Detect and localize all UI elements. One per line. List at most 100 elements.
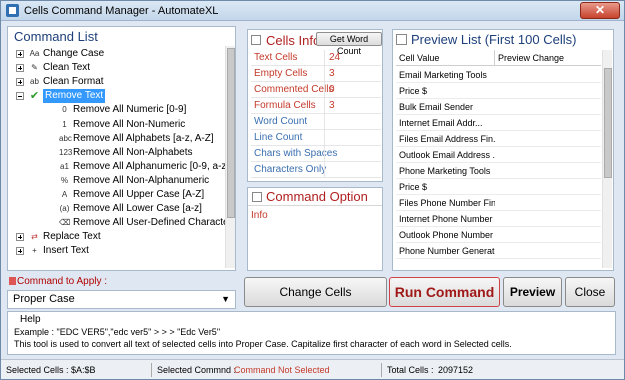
preview-row[interactable]: Files Phone Number Fin... [396,195,601,211]
preview-list-icon [396,34,407,45]
alphanumeric-icon: a1 [60,161,69,171]
get-word-count-button[interactable]: Get Word Count [316,32,382,56]
preview-scrollbar-thumb[interactable] [604,68,612,178]
cells-info-value: 24 [329,52,341,63]
numeric-icon: 0 [62,105,67,115]
tree-scrollbar-thumb[interactable] [227,48,235,218]
tree-scrollbar[interactable] [225,46,235,268]
tree-item-label: Remove All Non-Alphanumeric [73,174,210,186]
cells-info-row: Characters Only [251,162,381,178]
divider [248,205,382,206]
expand-icon[interactable] [16,50,24,58]
tree-item-label: Remove All Numeric [0-9] [73,104,187,116]
expand-icon[interactable] [16,233,24,242]
tree-item-label: Clean Text [43,62,91,74]
command-option-panel: Command Option Info [247,187,383,271]
change-cells-button[interactable]: Change Cells [244,277,387,307]
preview-row[interactable]: Email Marketing Tools [396,67,601,83]
preview-cell-value: Outlook Phone Number ... [399,230,495,240]
command-tree: Aa Change Case ✎ Clean Text ab Clean Format ✔ R… [9,46,225,268]
selected-command-label: Selected Commnd : [157,365,237,375]
tree-item-label: Remove All Lower Case [a-z] [73,203,202,215]
preview-scrollbar[interactable] [602,50,612,268]
non-alphanumeric-icon: % [60,175,69,185]
preview-cell-value: Files Phone Number Fin... [399,198,495,208]
command-option-header: Command Option [266,189,368,204]
tree-item-label: Remove All Alphanumeric [0-9, a-z, A-Z] [73,160,225,172]
title-bar: Cells Command Manager - AutomateXL ✕ [1,1,624,21]
cells-info-label: Formula Cells [254,100,316,111]
tree-item-label: Remove All Non-Numeric [73,118,186,130]
preview-row[interactable]: Outlook Email Address ... [396,147,601,163]
tree-item-label: Remove All Non-Alphabets [73,146,193,158]
close-button[interactable]: Close [565,277,615,307]
cells-info-label: Characters Only [254,164,327,175]
cells-info-panel: Cells Info Get Word Count Text Cells 24 Em… [247,29,383,182]
preview-cell-value: Outlook Email Address ... [399,150,495,160]
cells-info-row: Chars with Spaces [251,146,381,162]
cells-info-label: Line Count [254,132,303,143]
run-command-button[interactable]: Run Command [389,277,500,307]
tree-item-label: Change Case [43,48,105,59]
tree-item-label: Clean Format [43,76,104,88]
lower-case-icon: (a) [59,204,70,214]
window-close-button[interactable]: ✕ [580,2,620,19]
cells-info-row: Formula Cells 3 [251,98,381,114]
command-to-apply-label: Command to Apply : [17,276,108,287]
expand-icon[interactable] [16,78,24,87]
preview-row[interactable]: Outlook Phone Number ... [396,227,601,243]
cells-info-label: Empty Cells [254,68,308,79]
cells-info-value: 0 [329,84,335,95]
cells-info-label: Text Cells [254,52,298,63]
cells-info-icon [251,35,261,45]
expand-icon[interactable] [16,64,24,73]
column-header-preview-change: Preview Change [498,53,565,63]
command-list-header: Command List [14,29,98,44]
preview-row[interactable]: Phone Number Generator [396,243,601,259]
clean-format-icon: ab [30,77,39,87]
user-defined-icon: ⌫ [59,218,71,228]
window-title: Cells Command Manager - AutomateXL [24,5,219,17]
cells-info-label: Commented Cells [254,84,334,95]
replace-icon: ⇄ [31,232,38,242]
clean-text-icon: ✎ [31,63,38,73]
help-description: This tool is used to convert all text of… [14,339,512,349]
insert-icon: + [32,246,37,256]
cells-info-label: Word Count [254,116,308,127]
tree-item-label: Remove All User-Defined Characters [73,217,225,229]
tree-item-label: Remove Text [43,89,106,104]
preview-row[interactable]: Bulk Email Sender [396,99,601,115]
cells-info-row: Text Cells 24 [251,50,381,66]
preview-row[interactable]: Price $ [396,179,601,195]
preview-row[interactable]: Internet Phone Number ... [396,211,601,227]
cells-info-value: 3 [329,100,335,111]
cells-info-row: Word Count [251,114,381,130]
preview-list-panel: Preview List (First 100 Cells) Cell Valu… [392,29,614,271]
app-icon [6,4,19,17]
preview-row[interactable]: Phone Marketing Tools [396,163,601,179]
apply-marker-icon [9,277,16,285]
tree-item-label: Remove All Alphabets [a-z, A-Z] [73,132,214,144]
preview-row[interactable]: Price $ [396,83,601,99]
preview-cell-value: Price $ [399,182,428,192]
upper-case-icon: A [61,190,68,199]
tree-item-label: Insert Text [43,245,89,257]
status-bar: Selected Cells : $A:$B Selected Commnd :… [1,359,624,379]
preview-row[interactable]: Files Email Address Fin... [396,131,601,147]
selected-cells-label: Selected Cells : [6,365,69,375]
preview-button[interactable]: Preview [503,277,562,307]
preview-cell-value: Internet Email Addr... [399,118,483,128]
checkmark-icon: ✔ [29,90,40,103]
column-header-cell-value: Cell Value [399,53,440,63]
preview-list-header: Preview List (First 100 Cells) [411,32,577,47]
preview-cell-value: Bulk Email Sender [399,102,474,112]
tree-item-label: Replace Text [43,231,101,243]
command-to-apply-select[interactable]: Proper Case ▼ [7,290,236,309]
expand-icon[interactable] [16,247,24,256]
help-example: Example : "EDC VER5","edc ver5" > > > "E… [14,327,221,337]
alphabets-icon: abc [59,133,72,143]
preview-row[interactable]: Internet Email Addr... [396,115,601,131]
collapse-icon[interactable] [16,92,24,101]
preview-cell-value: Phone Marketing Tools [399,166,491,176]
chevron-down-icon: ▼ [221,294,230,304]
